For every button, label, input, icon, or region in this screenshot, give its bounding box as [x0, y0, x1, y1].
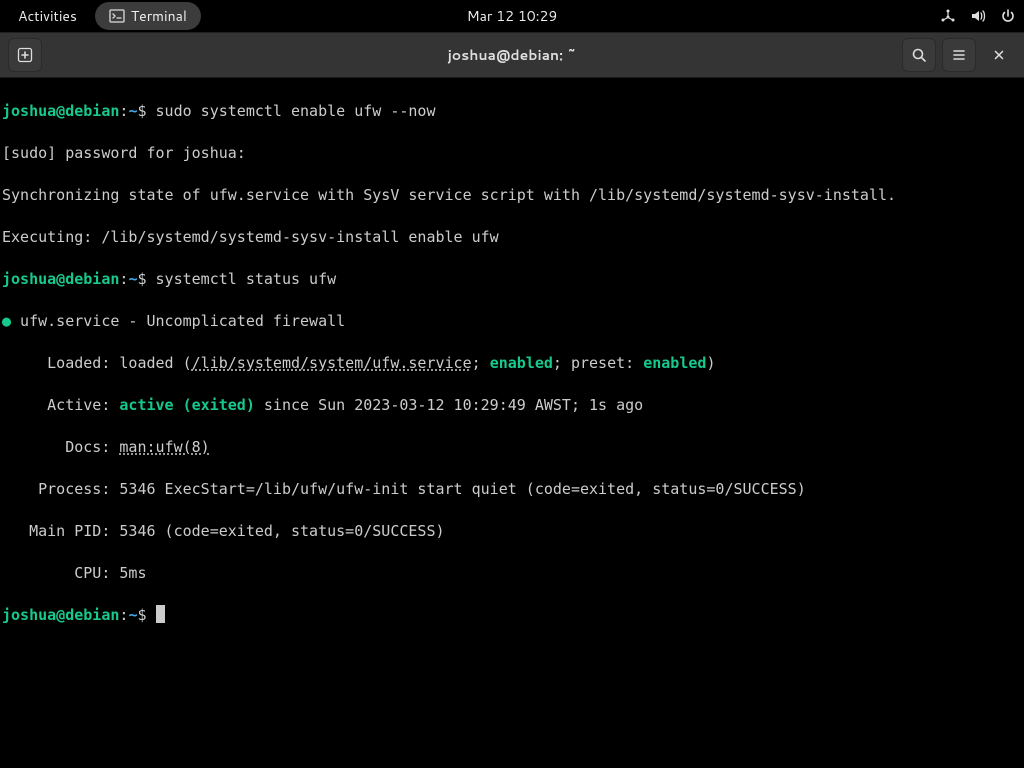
terminal-line: Docs: man:ufw(8)	[2, 437, 1022, 458]
active-app-name: Terminal	[131, 6, 187, 26]
command-text: sudo systemctl enable ufw --now	[147, 102, 436, 120]
preset-state: enabled	[643, 354, 706, 372]
terminal-output[interactable]: joshua@debian:~$ sudo systemctl enable u…	[0, 78, 1024, 649]
terminal-line: Loaded: loaded (/lib/systemd/system/ufw.…	[2, 353, 1022, 374]
plus-box-icon	[17, 47, 33, 63]
power-icon[interactable]	[1000, 8, 1016, 24]
active-label: Active:	[2, 396, 119, 414]
cursor-icon	[156, 605, 165, 623]
hamburger-icon	[951, 47, 967, 63]
search-button[interactable]	[902, 38, 936, 72]
service-path: /lib/systemd/system/ufw.service	[192, 354, 472, 372]
topbar-left: Activities Terminal	[8, 2, 201, 30]
topbar-right	[940, 8, 1016, 24]
window-titlebar: joshua@debian: ~	[0, 32, 1024, 78]
status-dot-icon: ●	[2, 312, 11, 330]
network-icon[interactable]	[940, 8, 956, 24]
volume-icon[interactable]	[970, 8, 986, 24]
terminal-line: joshua@debian:~$ systemctl status ufw	[2, 269, 1022, 290]
loaded-label: Loaded: loaded (	[2, 354, 192, 372]
terminal-line: Main PID: 5346 (code=exited, status=0/SU…	[2, 521, 1022, 542]
window-title: joshua@debian: ~	[448, 45, 577, 65]
titlebar-right	[902, 38, 1016, 72]
active-app-indicator[interactable]: Terminal	[95, 2, 201, 30]
terminal-line: Executing: /lib/systemd/systemd-sysv-ins…	[2, 227, 1022, 248]
loaded-sep: ; preset:	[553, 354, 643, 372]
gnome-topbar: Activities Terminal Mar 12 10:29	[0, 0, 1024, 32]
enabled-state: enabled	[490, 354, 553, 372]
docs-label: Docs:	[2, 438, 119, 456]
command-text: systemctl status ufw	[147, 270, 337, 288]
search-icon	[911, 47, 927, 63]
new-tab-button[interactable]	[8, 38, 42, 72]
loaded-sep: ;	[472, 354, 490, 372]
prompt-user: joshua@debian	[2, 270, 119, 288]
active-since: since Sun 2023-03-12 10:29:49 AWST; 1s a…	[255, 396, 643, 414]
terminal-line: CPU: 5ms	[2, 563, 1022, 584]
service-header: ufw.service - Uncomplicated firewall	[11, 312, 345, 330]
terminal-line: Active: active (exited) since Sun 2023-0…	[2, 395, 1022, 416]
activities-button[interactable]: Activities	[8, 2, 87, 30]
prompt-symbol: $	[137, 270, 146, 288]
terminal-line: joshua@debian:~$ sudo systemctl enable u…	[2, 101, 1022, 122]
terminal-line: joshua@debian:~$	[2, 605, 1022, 626]
docs-link: man:ufw(8)	[119, 438, 209, 456]
terminal-line: Process: 5346 ExecStart=/lib/ufw/ufw-ini…	[2, 479, 1022, 500]
close-icon	[992, 48, 1006, 62]
terminal-icon	[109, 8, 125, 24]
close-button[interactable]	[982, 38, 1016, 72]
active-state: active (exited)	[119, 396, 254, 414]
prompt-symbol: $	[137, 606, 146, 624]
prompt-user: joshua@debian	[2, 102, 119, 120]
hamburger-menu-button[interactable]	[942, 38, 976, 72]
loaded-close: )	[706, 354, 715, 372]
terminal-line: Synchronizing state of ufw.service with …	[2, 185, 1022, 206]
terminal-line: [sudo] password for joshua:	[2, 143, 1022, 164]
prompt-symbol: $	[137, 102, 146, 120]
prompt-user: joshua@debian	[2, 606, 119, 624]
clock[interactable]: Mar 12 10:29	[467, 6, 558, 26]
terminal-line: ● ufw.service - Uncomplicated firewall	[2, 311, 1022, 332]
